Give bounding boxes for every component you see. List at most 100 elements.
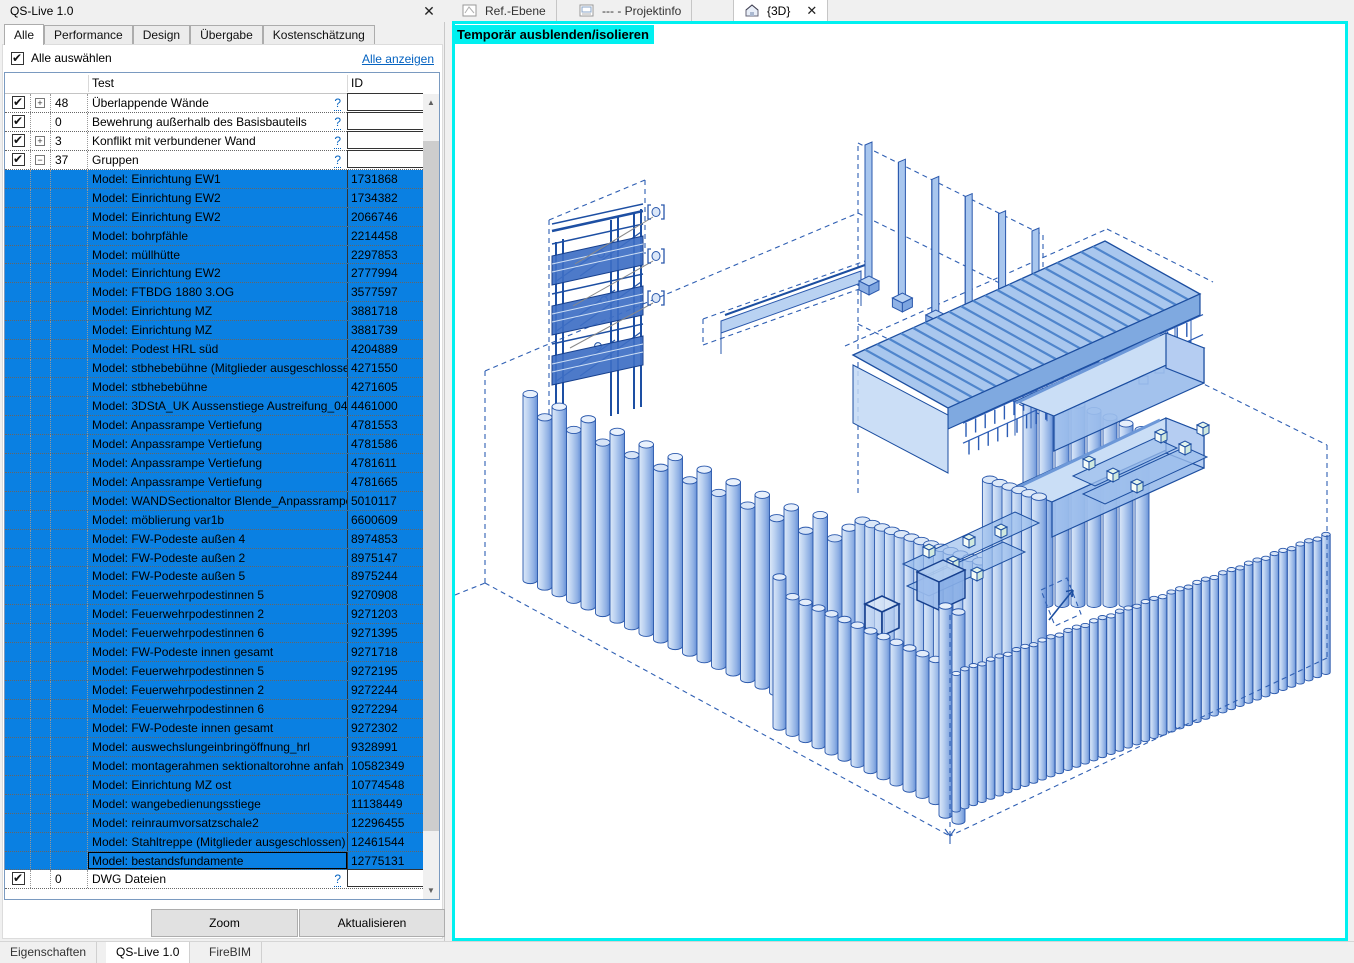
model-row[interactable]: Model: Einrichtung MZ3881718 <box>5 302 423 321</box>
model-row[interactable]: Model: Feuerwehrpodestinnen 59270908 <box>5 586 423 605</box>
model-row[interactable]: Model: bohrpfähle2214458 <box>5 227 423 246</box>
view-tab-3d[interactable]: {3D}✕ <box>733 0 828 21</box>
row-count <box>51 170 88 188</box>
tab-kostenschätzung[interactable]: Kostenschätzung <box>263 25 375 45</box>
model-row[interactable]: Model: FW-Podeste außen 28975147 <box>5 549 423 568</box>
row-id: 9271203 <box>347 605 423 623</box>
row-id: 4271605 <box>347 378 423 396</box>
test-group-row[interactable]: +48Überlappende Wände? <box>5 94 423 113</box>
model-row[interactable]: Model: Feuerwehrpodestinnen 29272244 <box>5 681 423 700</box>
model-row[interactable]: Model: Stahltreppe (Mitglieder ausgeschl… <box>5 833 423 852</box>
expand-icon[interactable]: + <box>35 98 45 108</box>
tab-performance[interactable]: Performance <box>44 25 133 45</box>
row-checkbox[interactable] <box>12 153 25 166</box>
model-row[interactable]: Model: FW-Podeste innen gesamt9272302 <box>5 719 423 738</box>
help-link[interactable]: ? <box>334 134 341 149</box>
statusbar-tab-1[interactable]: QS-Live 1.0 <box>106 942 190 963</box>
model-row[interactable]: Model: bestandsfundamente12775131 <box>5 852 423 871</box>
house-3d-icon <box>744 4 760 17</box>
help-link[interactable]: ? <box>334 153 341 168</box>
scrollbar-thumb[interactable] <box>423 141 439 831</box>
model-row[interactable]: Model: Feuerwehrpodestinnen 69271395 <box>5 624 423 643</box>
row-id: 8974853 <box>347 530 423 548</box>
row-count <box>51 454 88 472</box>
model-row[interactable]: Model: FW-Podeste außen 48974853 <box>5 530 423 549</box>
row-count <box>51 359 88 377</box>
row-count <box>51 738 88 756</box>
model-row[interactable]: Model: Einrichtung MZ ost10774548 <box>5 776 423 795</box>
view-tab-0[interactable]: Ref.-Ebene <box>452 0 557 21</box>
model-row[interactable]: Model: auswechslungeinbringöffnung_hrl93… <box>5 738 423 757</box>
model-row[interactable]: Model: 3DStA_UK Aussenstiege Austreifung… <box>5 397 423 416</box>
model-row[interactable]: Model: Einrichtung EW11731868 <box>5 170 423 189</box>
model-row[interactable]: Model: WANDSectionaltor Blende_Anpassram… <box>5 492 423 511</box>
expand-icon[interactable]: + <box>35 136 45 146</box>
help-link[interactable]: ? <box>334 115 341 130</box>
model-row[interactable]: Model: FTBDG 1880 3.OG3577597 <box>5 283 423 302</box>
show-all-link[interactable]: Alle anzeigen <box>362 52 434 66</box>
table-scrollbar[interactable]: ▲ ▼ <box>423 94 439 899</box>
model-row[interactable]: Model: stbhebebühne4271605 <box>5 378 423 397</box>
model-row[interactable]: Model: Anpassrampe Vertiefung4781586 <box>5 435 423 454</box>
model-row[interactable]: Model: Einrichtung MZ3881739 <box>5 321 423 340</box>
row-label: Konflikt mit verbundener Wand? <box>88 132 347 150</box>
row-count <box>51 189 88 207</box>
model-row[interactable]: Model: montagerahmen sektionaltorohne an… <box>5 757 423 776</box>
model-row[interactable]: Model: Feuerwehrpodestinnen 69272294 <box>5 700 423 719</box>
test-group-row[interactable]: −37Gruppen? <box>5 151 423 170</box>
model-row[interactable]: Model: Anpassrampe Vertiefung4781611 <box>5 454 423 473</box>
model-row[interactable]: Model: Feuerwehrpodestinnen 29271203 <box>5 605 423 624</box>
tab-design[interactable]: Design <box>133 25 190 45</box>
select-all-checkbox[interactable] <box>11 52 24 65</box>
test-group-row[interactable]: 0DWG Dateien? <box>5 870 423 889</box>
row-checkbox[interactable] <box>12 96 25 109</box>
row-id: 4271550 <box>347 359 423 377</box>
row-checkbox[interactable] <box>12 115 25 128</box>
3d-viewport[interactable]: Temporär ausblenden/isolieren <box>452 21 1348 941</box>
row-label: Model: FW-Podeste außen 4 <box>88 530 347 548</box>
row-label: Model: Anpassrampe Vertiefung <box>88 473 347 491</box>
close-view-icon[interactable]: ✕ <box>806 3 817 19</box>
row-label: Model: wangebedienungsstiege <box>88 795 347 813</box>
row-id: 3881739 <box>347 321 423 339</box>
tab-alle[interactable]: Alle <box>4 24 44 45</box>
model-row[interactable]: Model: möblierung var1b6600609 <box>5 511 423 530</box>
model-row[interactable]: Model: wangebedienungsstiege11138449 <box>5 795 423 814</box>
model-row[interactable]: Model: Einrichtung EW22777994 <box>5 264 423 283</box>
model-row[interactable]: Model: Einrichtung EW22066746 <box>5 208 423 227</box>
model-row[interactable]: Model: Einrichtung EW21734382 <box>5 189 423 208</box>
row-id: 8975244 <box>347 567 423 585</box>
scroll-up-icon[interactable]: ▲ <box>423 94 439 111</box>
model-row[interactable]: Model: müllhütte2297853 <box>5 246 423 265</box>
tab-übergabe[interactable]: Übergabe <box>190 25 263 45</box>
help-link[interactable]: ? <box>334 872 341 887</box>
scroll-down-icon[interactable]: ▼ <box>423 882 439 899</box>
row-count <box>51 757 88 775</box>
model-row[interactable]: Model: Anpassrampe Vertiefung4781553 <box>5 416 423 435</box>
model-row[interactable]: Model: Anpassrampe Vertiefung4781665 <box>5 473 423 492</box>
select-all-row[interactable]: Alle auswählen <box>11 50 112 66</box>
row-checkbox[interactable] <box>12 872 25 885</box>
test-group-row[interactable]: 0Bewehrung außerhalb des Basisbauteils? <box>5 113 423 132</box>
test-group-row[interactable]: +3Konflikt mit verbundener Wand? <box>5 132 423 151</box>
model-row[interactable]: Model: stbhebebühne (Mitglieder ausgesch… <box>5 359 423 378</box>
refresh-button[interactable]: Aktualisieren <box>299 909 445 937</box>
model-row[interactable]: Model: Podest HRL süd4204889 <box>5 340 423 359</box>
row-id: 9271718 <box>347 643 423 661</box>
collapse-icon[interactable]: − <box>35 155 45 165</box>
view-tab-bar: Ref.-Ebene --- - Projektinfo {3D}✕ <box>452 0 1354 21</box>
row-count <box>51 700 88 718</box>
row-checkbox[interactable] <box>12 134 25 147</box>
row-count <box>51 643 88 661</box>
statusbar-tab-2[interactable]: FireBIM <box>199 942 262 963</box>
view-tab-1[interactable]: --- - Projektinfo <box>569 0 692 21</box>
statusbar-tab-0[interactable]: Eigenschaften <box>0 942 97 963</box>
zoom-button[interactable]: Zoom <box>151 909 298 937</box>
model-row[interactable]: Model: Feuerwehrpodestinnen 59272195 <box>5 662 423 681</box>
help-link[interactable]: ? <box>334 96 341 111</box>
row-count <box>51 283 88 301</box>
model-row[interactable]: Model: FW-Podeste außen 58975244 <box>5 567 423 586</box>
close-icon[interactable]: ✕ <box>421 3 437 19</box>
model-row[interactable]: Model: FW-Podeste innen gesamt9271718 <box>5 643 423 662</box>
model-row[interactable]: Model: reinraumvorsatzschale212296455 <box>5 814 423 833</box>
